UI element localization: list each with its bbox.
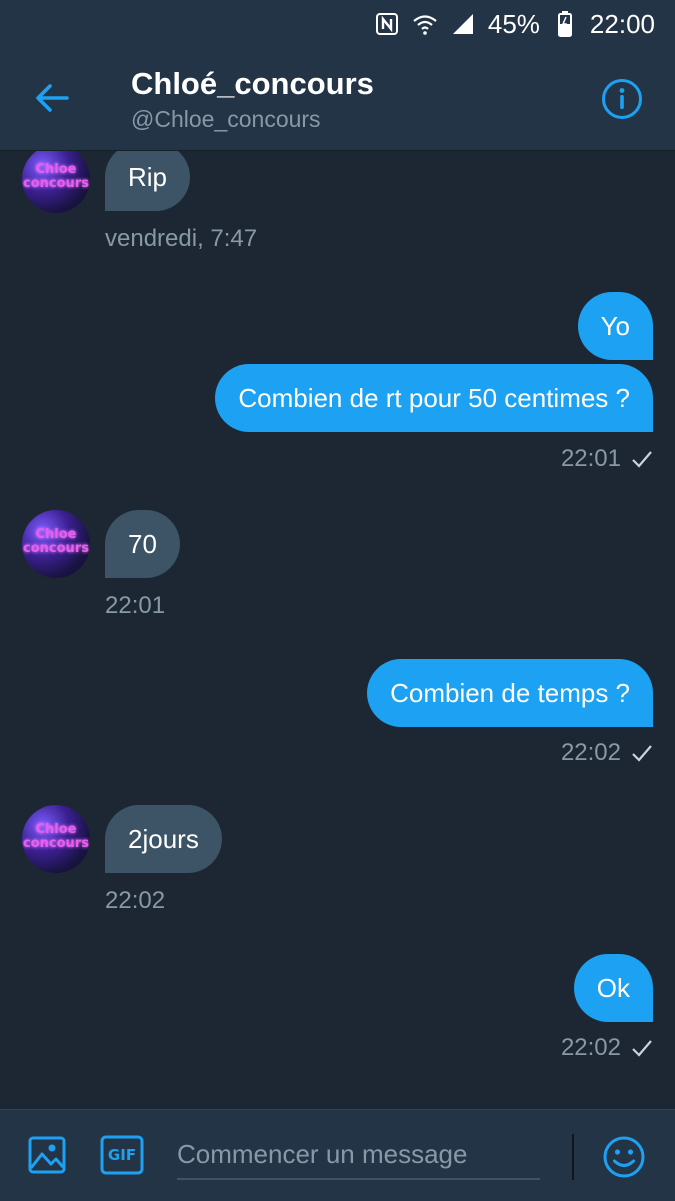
avatar[interactable]: Chloe concours <box>22 510 90 578</box>
message-meta: 22:02 <box>561 739 653 767</box>
message-timestamp: 22:02 <box>105 887 166 914</box>
message-timestamp: 22:01 <box>105 592 166 619</box>
battery-percent: 45% <box>487 8 540 39</box>
info-button[interactable] <box>598 75 646 123</box>
contact-name[interactable]: Chloé_concours <box>131 66 374 102</box>
message-meta: 22:01 <box>561 445 653 473</box>
message-bubble-outgoing[interactable]: Ok <box>573 954 653 1022</box>
message-bubble-incoming[interactable]: Rip <box>105 151 191 211</box>
status-bar: 45% 22:00 <box>0 0 675 48</box>
back-button[interactable] <box>28 78 76 118</box>
avatar-logo: Chloe concours <box>23 527 89 556</box>
avatar[interactable]: Chloe concours <box>22 151 90 213</box>
gif-button[interactable]: GIF <box>100 1135 144 1175</box>
message-bubble-outgoing[interactable]: Combien de rt pour 50 centimes ? <box>215 364 653 432</box>
message-bubble-incoming[interactable]: 2jours <box>105 805 222 873</box>
message-bubble-outgoing[interactable]: Combien de temps ? <box>367 659 653 727</box>
message-timestamp: 22:02 <box>560 1034 621 1061</box>
image-icon <box>28 1136 66 1174</box>
message-composer: GIF <box>0 1109 675 1201</box>
emoji-button[interactable] <box>601 1134 647 1180</box>
gif-label: GIF <box>107 1146 137 1164</box>
avatar-logo: Chloe concours <box>23 822 89 851</box>
message-timestamp: 22:01 <box>560 445 621 472</box>
contact-handle[interactable]: @Chloe_concours <box>131 106 321 133</box>
info-icon <box>602 79 642 119</box>
conversation-header: Chloé_concours @Chloe_concours <box>0 48 675 151</box>
message-bubble-outgoing[interactable]: Yo <box>577 292 653 360</box>
composer-divider <box>572 1134 574 1180</box>
emoji-icon <box>603 1136 645 1178</box>
clock: 22:00 <box>589 8 655 39</box>
message-timestamp: 22:02 <box>560 739 621 766</box>
message-list[interactable]: Chloe concours Rip vendredi, 7:47 Yo Com… <box>0 151 675 1109</box>
read-check-icon <box>632 745 652 762</box>
wifi-icon <box>412 11 438 37</box>
read-check-icon <box>632 1040 652 1057</box>
message-input[interactable] <box>177 1130 540 1180</box>
message-timestamp: vendredi, 7:47 <box>105 225 258 252</box>
message-bubble-incoming[interactable]: 70 <box>105 510 180 578</box>
avatar-logo: Chloe concours <box>23 162 89 191</box>
battery-icon <box>552 11 578 37</box>
message-meta: 22:02 <box>561 1034 653 1062</box>
signal-icon <box>450 11 476 37</box>
back-arrow-icon <box>36 84 69 112</box>
add-image-button[interactable] <box>26 1134 68 1176</box>
nfc-icon <box>374 11 400 37</box>
avatar[interactable]: Chloe concours <box>22 805 90 873</box>
read-check-icon <box>632 451 652 468</box>
